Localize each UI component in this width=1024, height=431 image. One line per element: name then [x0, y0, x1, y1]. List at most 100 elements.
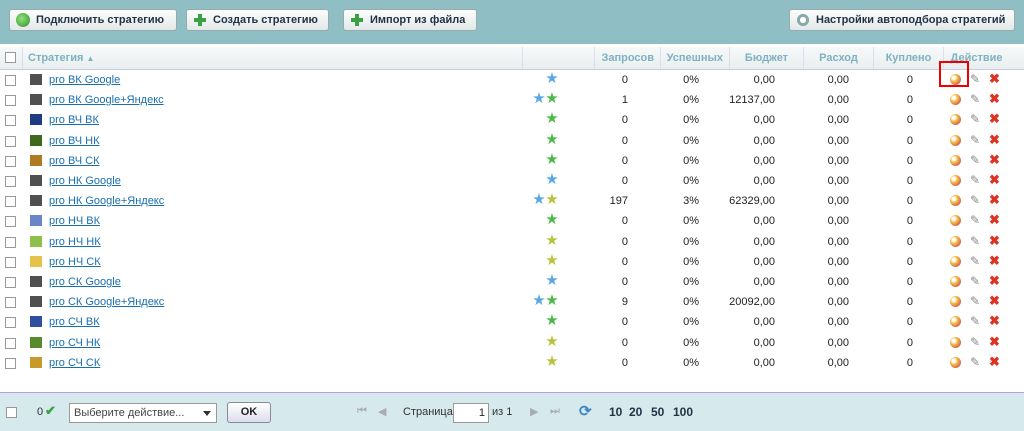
strategy-name-link[interactable]: pro СЧ ВК — [49, 312, 100, 332]
strategy-name-link[interactable]: pro НЧ СК — [49, 252, 101, 272]
first-page-icon[interactable]: ⏮ — [357, 405, 367, 418]
col-bought[interactable]: Куплено — [873, 47, 943, 69]
strategy-name-link[interactable]: pro ВЧ ВК — [49, 110, 99, 130]
strategy-name-link[interactable]: pro НЧ НК — [49, 232, 101, 252]
col-spend[interactable]: Расход — [803, 47, 873, 69]
delete-icon[interactable]: ✖ — [989, 274, 1001, 288]
edit-pencil-icon[interactable]: ✎ — [970, 112, 982, 126]
strategy-name-link[interactable]: pro ВК Google+Яндекс — [49, 90, 164, 110]
row-checkbox[interactable] — [5, 337, 16, 349]
edit-pencil-icon[interactable]: ✎ — [970, 173, 982, 187]
stats-icon[interactable] — [950, 336, 961, 348]
col-requests[interactable]: Запросов — [594, 47, 660, 69]
blue-star-icon[interactable]: ★ — [545, 172, 559, 187]
strategy-name-link[interactable]: pro НЧ ВК — [49, 211, 100, 231]
row-checkbox[interactable] — [5, 155, 16, 167]
select-all-checkbox[interactable] — [5, 52, 16, 63]
blue-star-icon[interactable]: ★ — [545, 71, 559, 86]
row-checkbox[interactable] — [5, 196, 16, 208]
strategy-name-link[interactable]: pro ВК Google — [49, 70, 120, 90]
stats-icon[interactable] — [950, 154, 961, 166]
strategy-name-link[interactable]: pro ВЧ НК — [49, 131, 100, 151]
delete-icon[interactable]: ✖ — [989, 173, 1001, 187]
green-star-icon[interactable]: ★ — [545, 293, 559, 308]
next-page-icon[interactable]: ▶ — [530, 405, 538, 418]
edit-pencil-icon[interactable]: ✎ — [970, 234, 982, 248]
delete-icon[interactable]: ✖ — [989, 253, 1001, 268]
prev-page-icon[interactable]: ◀ — [378, 405, 386, 418]
row-checkbox[interactable] — [5, 75, 16, 86]
row-checkbox[interactable] — [5, 236, 16, 248]
row-checkbox[interactable] — [5, 357, 16, 369]
yellow-star-icon[interactable]: ★ — [545, 253, 559, 268]
page-size-20[interactable]: 20 — [629, 404, 642, 420]
row-checkbox[interactable] — [5, 297, 16, 309]
delete-icon[interactable]: ✖ — [989, 294, 1001, 308]
green-star-icon[interactable]: ★ — [545, 152, 559, 167]
blue-star-icon[interactable]: ★ — [532, 91, 546, 106]
col-budget[interactable]: Бюджет — [729, 47, 803, 69]
edit-pencil-icon[interactable]: ✎ — [970, 213, 982, 227]
yellow-star-icon[interactable]: ★ — [545, 354, 559, 369]
stats-icon[interactable] — [950, 175, 961, 186]
green-star-icon[interactable]: ★ — [545, 91, 559, 106]
green-star-icon[interactable]: ★ — [545, 212, 559, 227]
green-star-icon[interactable]: ★ — [545, 313, 559, 328]
row-checkbox[interactable] — [5, 216, 16, 228]
edit-pencil-icon[interactable]: ✎ — [970, 314, 982, 328]
edit-pencil-icon[interactable]: ✎ — [970, 254, 982, 268]
delete-icon[interactable]: ✖ — [989, 72, 1001, 86]
edit-pencil-icon[interactable]: ✎ — [970, 92, 982, 106]
yellow-star-icon[interactable]: ★ — [545, 334, 559, 349]
row-checkbox[interactable] — [5, 135, 16, 147]
autoselect-settings-button[interactable]: Настройки автоподбора стратегий — [789, 9, 1015, 31]
delete-icon[interactable]: ✖ — [989, 112, 1001, 126]
connect-strategy-button[interactable]: Подключить стратегию — [9, 9, 177, 31]
stats-icon[interactable] — [950, 215, 961, 227]
row-checkbox[interactable] — [5, 176, 16, 187]
ok-button[interactable]: OK — [227, 402, 271, 423]
stats-icon[interactable] — [950, 296, 961, 308]
strategy-name-link[interactable]: pro СК Google — [49, 272, 121, 292]
edit-pencil-icon[interactable]: ✎ — [970, 355, 982, 369]
stats-icon[interactable] — [950, 356, 961, 368]
yellow-star-icon[interactable]: ★ — [545, 192, 559, 207]
stats-icon[interactable] — [950, 255, 961, 267]
stats-icon[interactable] — [950, 195, 961, 207]
blue-star-icon[interactable]: ★ — [532, 192, 546, 207]
stats-icon[interactable] — [950, 235, 961, 247]
strategy-name-link[interactable]: pro НК Google+Яндекс — [49, 191, 164, 211]
strategy-name-link[interactable]: pro СЧ НК — [49, 333, 100, 353]
delete-icon[interactable]: ✖ — [989, 152, 1001, 167]
refresh-icon[interactable]: ⟳ — [579, 402, 592, 420]
edit-pencil-icon[interactable]: ✎ — [970, 335, 982, 349]
stats-icon[interactable] — [950, 114, 961, 126]
blue-star-icon[interactable]: ★ — [532, 293, 546, 308]
edit-pencil-icon[interactable]: ✎ — [970, 193, 982, 207]
delete-icon[interactable]: ✖ — [989, 334, 1001, 349]
edit-pencil-icon[interactable]: ✎ — [970, 294, 982, 308]
stats-icon[interactable] — [950, 316, 961, 328]
page-size-50[interactable]: 50 — [651, 404, 664, 420]
yellow-star-icon[interactable]: ★ — [545, 233, 559, 248]
page-input[interactable]: 1 — [453, 403, 489, 423]
import-file-button[interactable]: Импорт из файла — [343, 9, 477, 31]
edit-pencil-icon[interactable]: ✎ — [970, 274, 982, 288]
strategy-name-link[interactable]: pro НК Google — [49, 171, 121, 191]
edit-pencil-icon[interactable]: ✎ — [970, 133, 982, 147]
row-checkbox[interactable] — [5, 95, 16, 107]
row-checkbox[interactable] — [5, 256, 16, 268]
delete-icon[interactable]: ✖ — [989, 132, 1001, 147]
delete-icon[interactable]: ✖ — [989, 233, 1001, 248]
strategy-name-link[interactable]: pro СЧ СК — [49, 353, 100, 373]
delete-icon[interactable]: ✖ — [989, 354, 1001, 369]
last-page-icon[interactable]: ⏭ — [550, 405, 560, 418]
col-successful[interactable]: Успешных — [660, 47, 729, 69]
strategy-name-link[interactable]: pro ВЧ СК — [49, 151, 100, 171]
page-size-10[interactable]: 10 — [609, 404, 622, 420]
create-strategy-button[interactable]: Создать стратегию — [186, 9, 329, 31]
delete-icon[interactable]: ✖ — [989, 92, 1001, 106]
strategy-name-link[interactable]: pro СК Google+Яндекс — [49, 292, 164, 312]
delete-icon[interactable]: ✖ — [989, 213, 1001, 227]
edit-pencil-icon[interactable]: ✎ — [970, 72, 982, 86]
